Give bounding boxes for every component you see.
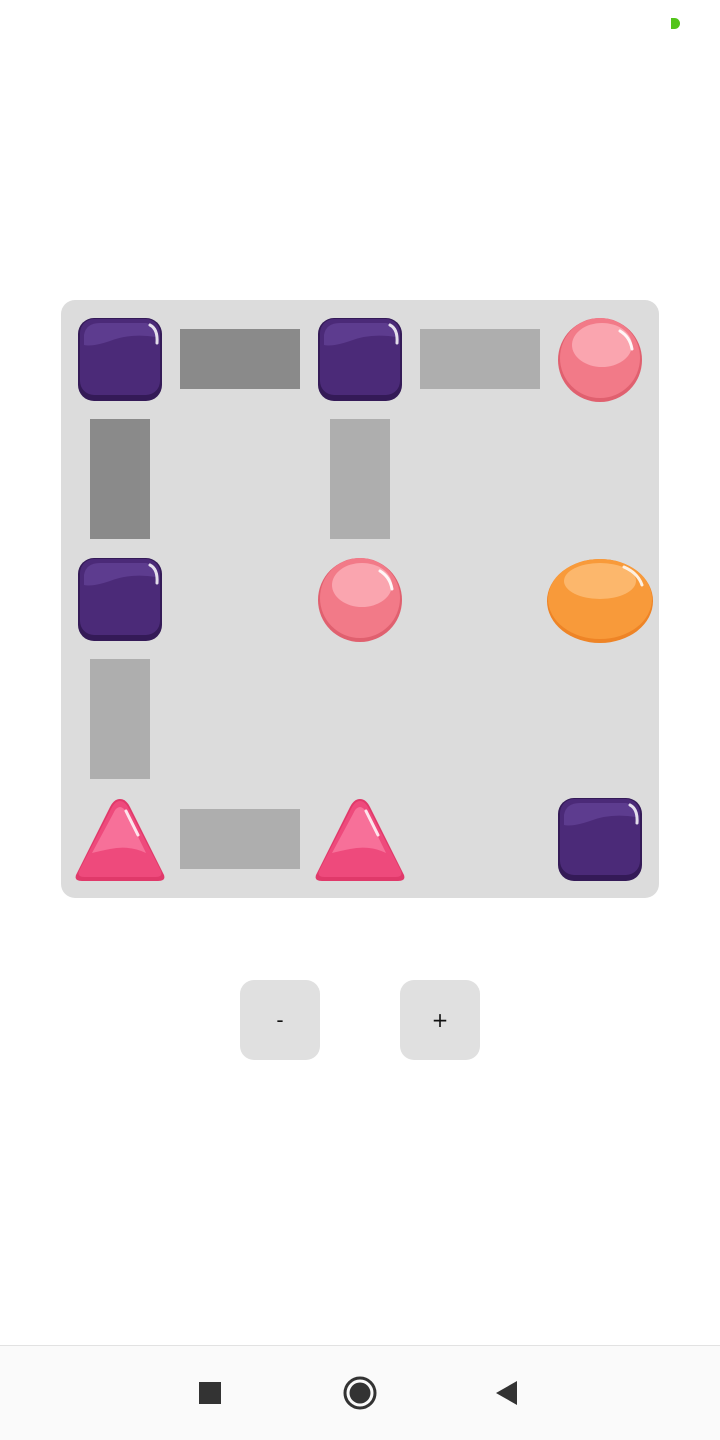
home-button[interactable] (335, 1371, 385, 1415)
circle-gem-icon (318, 558, 402, 642)
zoom-out-label: - (276, 1008, 284, 1032)
square-gem-icon (78, 558, 162, 641)
square-gem-icon (78, 318, 162, 401)
square-icon (199, 1382, 221, 1404)
board-piece-purple-square[interactable] (300, 299, 420, 419)
zoom-in-label: + (431, 1008, 449, 1032)
back-button[interactable] (482, 1371, 532, 1415)
board-piece-purple-square[interactable] (60, 539, 180, 659)
board-connector (180, 329, 300, 389)
board-piece-magenta-triangle[interactable] (300, 779, 420, 899)
board-piece-pink-circle[interactable] (300, 539, 420, 659)
recents-button[interactable] (185, 1371, 235, 1415)
oval-gem-icon (547, 559, 653, 643)
status-indicator-icon (671, 18, 680, 29)
zoom-in-button[interactable]: + (400, 980, 480, 1060)
board-piece-purple-square[interactable] (60, 299, 180, 419)
board-connector (90, 659, 150, 779)
board-connector (330, 419, 390, 539)
square-gem-icon (318, 318, 402, 401)
zoom-out-button[interactable]: - (240, 980, 320, 1060)
board-connector (420, 329, 540, 389)
board-connector (180, 809, 300, 869)
triangle-back-icon (496, 1381, 517, 1405)
navigation-bar (0, 1345, 720, 1440)
game-screen: - + (0, 0, 720, 1440)
board-piece-orange-oval[interactable] (540, 539, 660, 659)
board-piece-magenta-triangle[interactable] (60, 779, 180, 899)
game-board[interactable] (61, 300, 659, 898)
board-piece-purple-square[interactable] (540, 779, 660, 899)
circle-gem-icon (558, 318, 642, 402)
triangle-gem-icon (315, 799, 405, 881)
triangle-gem-icon (75, 799, 165, 881)
square-gem-icon (558, 798, 642, 881)
board-piece-pink-circle[interactable] (540, 299, 660, 419)
circle-icon (343, 1376, 377, 1410)
board-connector (90, 419, 150, 539)
